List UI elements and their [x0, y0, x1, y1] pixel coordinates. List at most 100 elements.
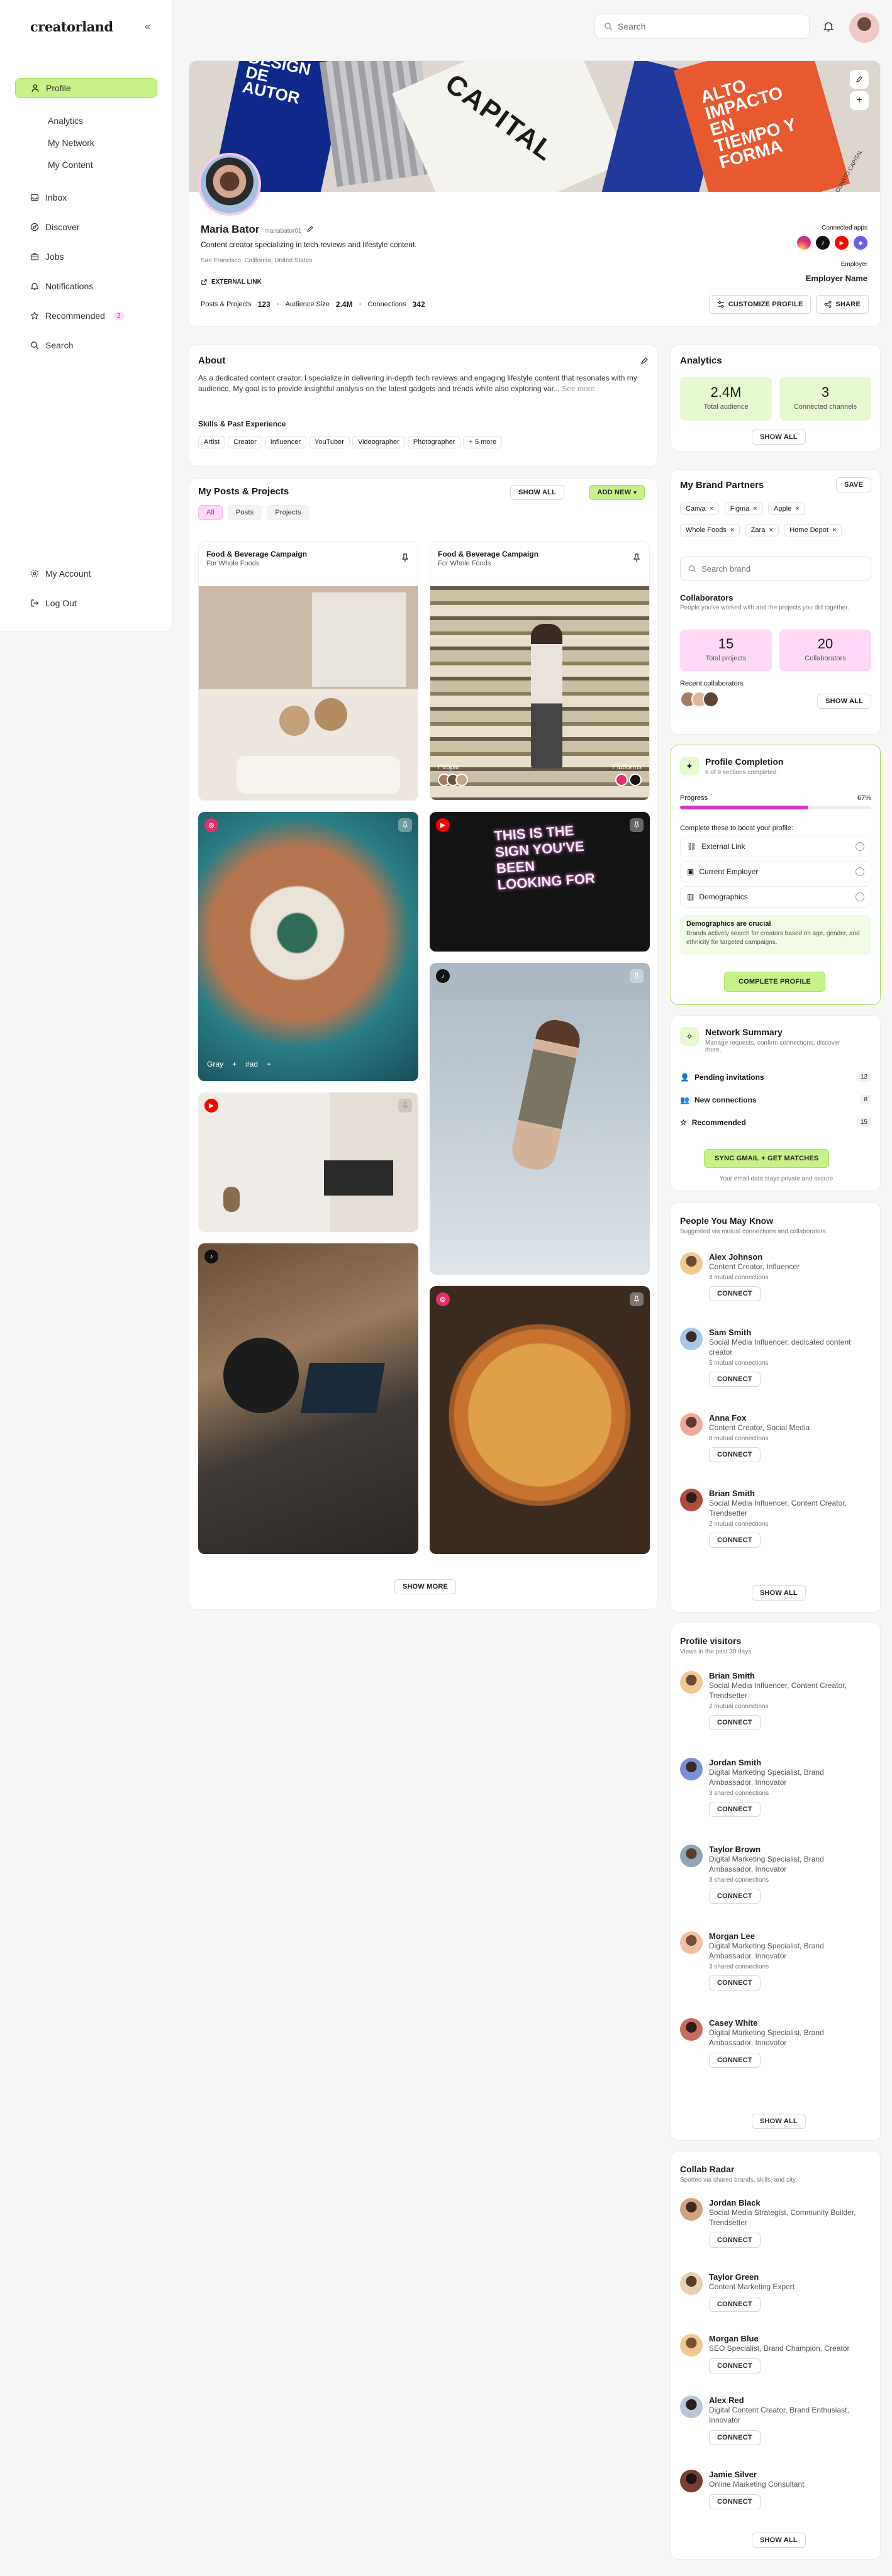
person-avatar[interactable]: [680, 2334, 703, 2357]
person-name[interactable]: Alex Red: [709, 2396, 872, 2405]
sidebar-item-my-account[interactable]: My Account: [15, 564, 157, 584]
analytics-show-all-button[interactable]: SHOW ALL: [752, 430, 806, 445]
see-more-link[interactable]: See more: [562, 384, 594, 393]
remove-icon[interactable]: ×: [769, 526, 772, 534]
person-name[interactable]: Anna Fox: [709, 1413, 810, 1423]
pin-icon[interactable]: [398, 818, 412, 832]
person-avatar[interactable]: [680, 2018, 703, 2041]
connect-button[interactable]: CONNECT: [709, 1447, 761, 1462]
user-avatar[interactable]: [849, 13, 879, 43]
person-avatar[interactable]: [680, 1758, 703, 1780]
person-avatar[interactable]: [680, 1413, 703, 1436]
person-name[interactable]: Alex Johnson: [709, 1252, 800, 1262]
person-avatar[interactable]: [680, 1489, 703, 1511]
person-name[interactable]: Jamie Silver: [709, 2470, 872, 2479]
sidebar-item-log-out[interactable]: Log Out: [15, 593, 157, 613]
more-skills-chip[interactable]: + 5 more: [463, 436, 503, 448]
radio-circle[interactable]: [856, 842, 864, 851]
tag-plus-icon[interactable]: +: [232, 1060, 237, 1069]
network-row[interactable]: ☆ Recommended 15: [680, 1118, 871, 1127]
pymk-show-all-button[interactable]: SHOW ALL: [752, 1585, 806, 1601]
remove-icon[interactable]: ×: [753, 505, 757, 513]
tag-plus-icon[interactable]: +: [267, 1060, 271, 1069]
brand-chip[interactable]: Canva ×: [680, 502, 720, 515]
connect-button[interactable]: CONNECT: [709, 2430, 761, 2445]
person-avatar[interactable]: [680, 1671, 703, 1694]
campaign-card[interactable]: Food & Beverage Campaign For Whole Foods…: [430, 541, 650, 801]
completion-item[interactable]: ▥ Demographics: [680, 886, 871, 908]
connect-button[interactable]: CONNECT: [709, 1975, 761, 1990]
connect-button[interactable]: CONNECT: [709, 2358, 761, 2373]
brand-chip[interactable]: Zara ×: [745, 524, 779, 536]
post-tile-neon-sign[interactable]: ▶ THIS IS THE SIGN YOU'VE BEEN LOOKING F…: [430, 812, 650, 952]
completion-item[interactable]: ⛓ External Link: [680, 836, 871, 857]
customize-profile-button[interactable]: CUSTOMIZE PROFILE: [708, 295, 811, 314]
radio-circle[interactable]: [856, 867, 864, 876]
edit-banner-icon[interactable]: [850, 70, 869, 89]
person-name[interactable]: Jordan Smith: [709, 1758, 860, 1767]
instagram-icon[interactable]: [797, 236, 811, 250]
person-name[interactable]: Morgan Blue: [709, 2334, 872, 2343]
connect-button[interactable]: CONNECT: [709, 1286, 761, 1301]
person-avatar[interactable]: [680, 1328, 703, 1350]
add-banner-icon[interactable]: +: [850, 91, 869, 110]
search-input[interactable]: [618, 21, 794, 31]
remove-icon[interactable]: ×: [710, 505, 713, 513]
network-row[interactable]: 👤 Pending invitations 12: [680, 1072, 871, 1082]
notifications-bell-icon[interactable]: [823, 21, 834, 32]
external-link[interactable]: EXTERNAL LINK: [201, 279, 262, 286]
brand-search[interactable]: [680, 557, 871, 580]
brand-chip[interactable]: Figma ×: [724, 502, 763, 515]
pin-icon[interactable]: [398, 1099, 412, 1113]
visitors-show-all-button[interactable]: SHOW ALL: [752, 2114, 806, 2129]
tab-posts[interactable]: Posts: [227, 505, 262, 520]
brand-chip[interactable]: Whole Foods ×: [680, 524, 740, 536]
tag-label[interactable]: Gray: [207, 1060, 223, 1069]
connect-button[interactable]: CONNECT: [709, 1889, 761, 1904]
person-name[interactable]: Taylor Brown: [709, 1845, 860, 1854]
person-name[interactable]: Brian Smith: [709, 1489, 872, 1498]
tiktok-icon[interactable]: ♪: [816, 236, 830, 250]
sidebar-sub-analytics[interactable]: Analytics: [48, 116, 83, 126]
add-new-button[interactable]: ADD NEW ▾: [589, 485, 645, 500]
person-name[interactable]: Taylor Green: [709, 2272, 872, 2282]
collapse-sidebar-icon[interactable]: «: [145, 21, 150, 33]
person-name[interactable]: Morgan Lee: [709, 1931, 860, 1941]
brand-chip[interactable]: Apple ×: [768, 502, 805, 515]
person-avatar[interactable]: [680, 2272, 703, 2295]
search-bar[interactable]: [594, 14, 810, 39]
complete-profile-button[interactable]: COMPLETE PROFILE: [724, 972, 826, 992]
sidebar-item-discover[interactable]: Discover: [15, 217, 157, 237]
pin-icon[interactable]: [630, 1292, 644, 1306]
campaign-card[interactable]: Food & Beverage Campaign For Whole Foods: [198, 541, 418, 801]
post-tile-pizza[interactable]: ◎: [430, 1286, 650, 1554]
connect-button[interactable]: CONNECT: [709, 1533, 761, 1548]
tag-label[interactable]: #ad: [245, 1060, 258, 1069]
sidebar-item-search[interactable]: Search: [15, 335, 157, 355]
radio-circle[interactable]: [856, 892, 864, 901]
tab-all[interactable]: All: [198, 505, 223, 520]
sidebar-item-recommended[interactable]: Recommended 2: [15, 306, 157, 326]
remove-icon[interactable]: ×: [730, 526, 734, 534]
connect-button[interactable]: CONNECT: [709, 2053, 761, 2068]
connect-button[interactable]: CONNECT: [709, 1372, 761, 1387]
show-more-button[interactable]: SHOW MORE: [394, 1579, 457, 1594]
brand-logo[interactable]: creatorland: [30, 19, 113, 35]
sidebar-sub-my-content[interactable]: My Content: [48, 160, 93, 170]
pin-icon[interactable]: [630, 969, 644, 983]
connect-button[interactable]: CONNECT: [709, 1715, 761, 1730]
sync-gmail-button[interactable]: SYNC GMAIL + GET MATCHES: [704, 1149, 830, 1168]
connect-button[interactable]: CONNECT: [709, 2494, 761, 2509]
youtube-icon[interactable]: ▶: [835, 236, 849, 250]
sidebar-item-jobs[interactable]: Jobs: [15, 247, 157, 267]
post-tile-starbucks[interactable]: ◎ Gray + #ad +: [198, 812, 418, 1081]
remove-icon[interactable]: ×: [795, 505, 799, 513]
brand-chip[interactable]: Home Depot ×: [784, 524, 842, 536]
completion-item[interactable]: ▣ Current Employer: [680, 861, 871, 882]
person-avatar[interactable]: [680, 2396, 703, 2418]
network-row[interactable]: 👥 New connections 8: [680, 1095, 871, 1104]
person-avatar[interactable]: [680, 1252, 703, 1275]
remove-icon[interactable]: ×: [832, 526, 836, 534]
sidebar-item-profile[interactable]: Profile: [15, 78, 157, 98]
pin-icon[interactable]: [630, 818, 644, 832]
